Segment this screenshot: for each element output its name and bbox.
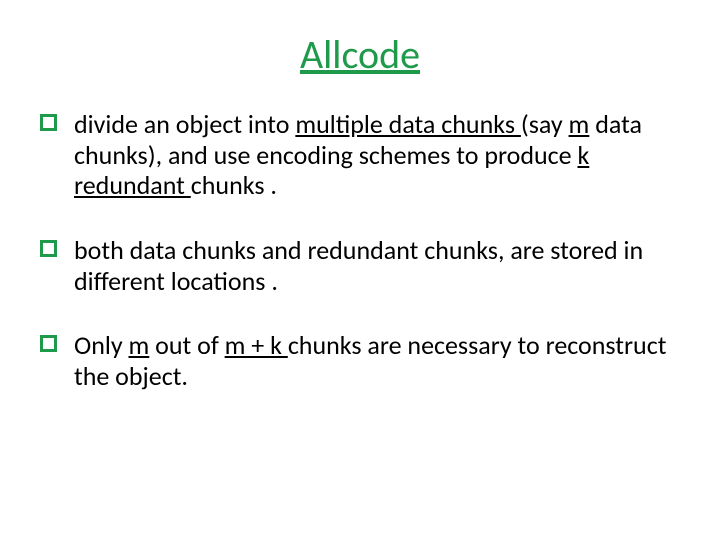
slide-title: Allcode <box>40 30 680 79</box>
bullet-item: both data chunks and redundant chunks, a… <box>40 235 680 296</box>
slide: Allcode divide an object into multiple d… <box>0 0 720 540</box>
square-bullet-icon <box>40 114 57 131</box>
bullet-text: both data chunks and redundant chunks, a… <box>74 234 643 297</box>
square-bullet-icon <box>40 335 57 352</box>
bullet-text: Only m out of m + k chunks are necessary… <box>74 329 666 392</box>
square-bullet-icon <box>40 240 57 257</box>
bullet-item: Only m out of m + k chunks are necessary… <box>40 330 680 391</box>
bullet-text: divide an object into multiple data chun… <box>74 108 642 201</box>
bullet-item: divide an object into multiple data chun… <box>40 109 680 201</box>
bullet-list: divide an object into multiple data chun… <box>40 109 680 392</box>
